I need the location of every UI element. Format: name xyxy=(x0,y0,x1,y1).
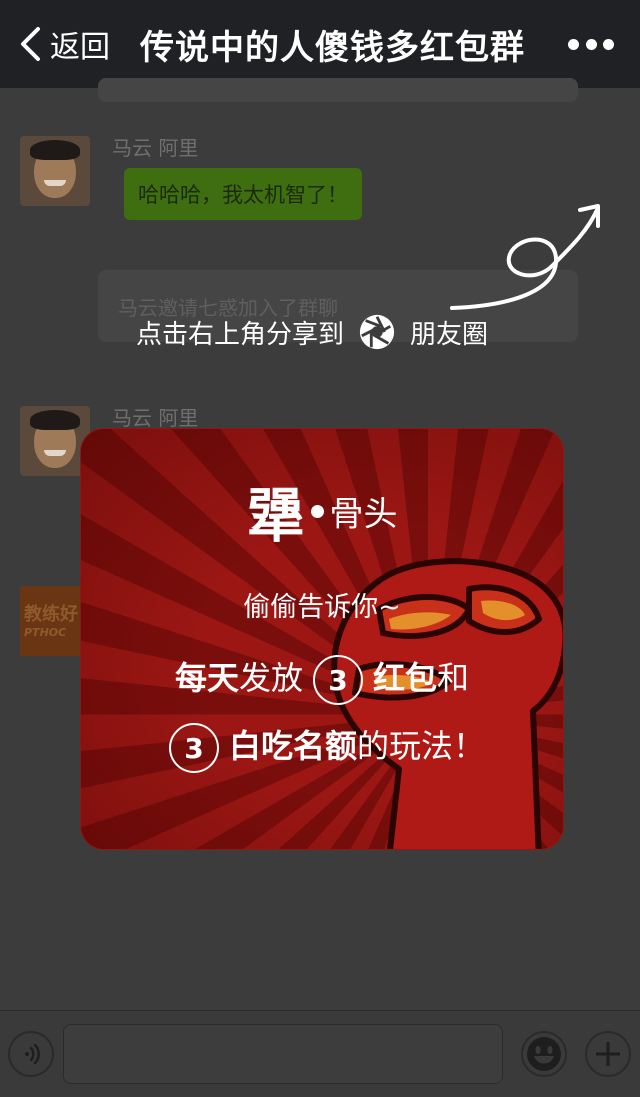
line1-text: 发放 xyxy=(238,659,303,697)
emoji-button[interactable] xyxy=(521,1031,567,1077)
red-envelope-popup[interactable]: 犟骨头 偷偷告诉你~ 每天发放 3 红包和 3 白吃名额的玩法！ xyxy=(80,428,564,850)
back-button[interactable]: 返回 xyxy=(18,22,110,66)
share-hint-text: 点击右上角分享到 xyxy=(136,319,345,350)
voice-button[interactable] xyxy=(8,1031,54,1077)
share-hint-target: 朋友圈 xyxy=(410,319,489,350)
line1-bold: 每天 xyxy=(174,659,239,697)
moments-icon xyxy=(359,314,395,350)
line1-bold2: 红包 xyxy=(373,659,438,697)
nav-bar: 返回 传说中的人傻钱多红包群 xyxy=(0,0,640,88)
sender-name: 马云 阿里 xyxy=(112,136,199,160)
popup-hint: 偷偷告诉你~ xyxy=(243,592,401,623)
logo-text: 骨头 xyxy=(329,494,398,535)
count-badge: 3 xyxy=(168,723,219,773)
thumb-text: 教练好 xyxy=(24,604,78,625)
more-dots-icon[interactable] xyxy=(568,34,614,54)
count-badge: 3 xyxy=(313,655,363,705)
voice-icon xyxy=(25,1043,40,1065)
line1-end: 和 xyxy=(437,659,470,697)
chevron-left-icon xyxy=(21,27,40,61)
page-title: 传说中的人傻钱多红包群 xyxy=(140,28,525,68)
message-input[interactable] xyxy=(63,1024,503,1084)
brand-logo: 犟骨头 xyxy=(81,469,563,553)
add-button[interactable] xyxy=(585,1031,631,1077)
line2-end: 的玩法！ xyxy=(357,727,486,765)
thumb-subtext: PTHOC xyxy=(24,626,67,639)
smiley-icon xyxy=(527,1037,561,1071)
line2-bold: 白吃名额 xyxy=(228,727,357,765)
logo-mark: 犟 xyxy=(246,482,305,550)
arrow-hint-icon xyxy=(450,204,600,310)
avatar[interactable] xyxy=(20,136,90,206)
back-label: 返回 xyxy=(50,30,110,65)
plus-icon xyxy=(596,1042,620,1066)
message-bubble[interactable]: 哈哈哈，我太机智了！ xyxy=(124,168,362,220)
popup-line-2: 3 白吃名额的玩法！ xyxy=(81,721,563,773)
sender-name: 马云 阿里 xyxy=(112,406,199,430)
popup-line-1: 每天发放 3 红包和 xyxy=(81,653,563,705)
previous-bubble xyxy=(98,78,578,102)
share-hint: 点击右上角分享到 朋友圈 xyxy=(136,312,488,352)
input-bar xyxy=(0,1010,640,1097)
